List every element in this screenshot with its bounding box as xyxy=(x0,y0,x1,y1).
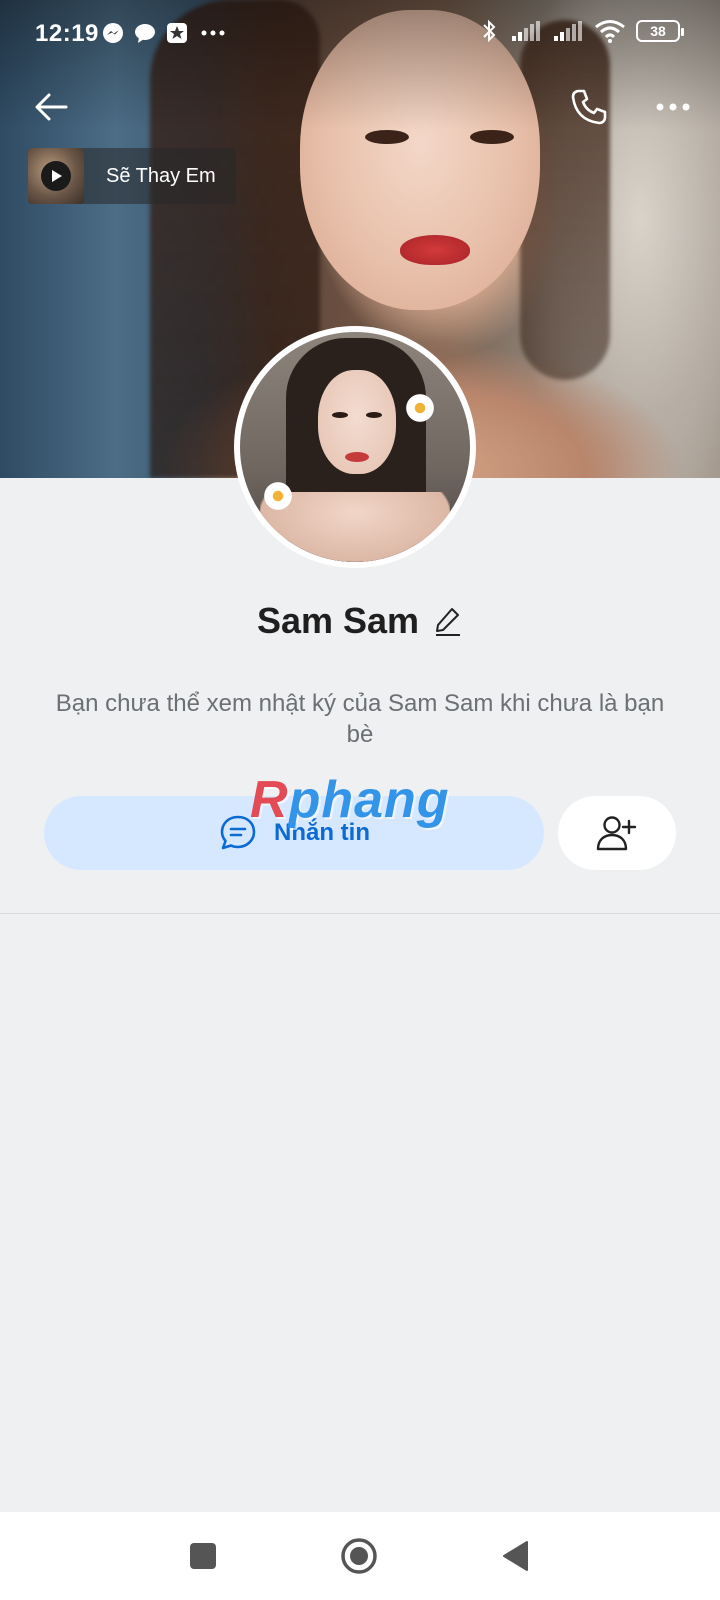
profile-name-row: Sam Sam xyxy=(0,600,720,642)
cover-eye xyxy=(365,130,409,144)
avatar-lips xyxy=(345,452,369,462)
phone-icon xyxy=(571,89,607,125)
signal-icon xyxy=(510,20,542,42)
avatar-eye xyxy=(366,412,382,418)
chat-icon xyxy=(220,815,256,850)
flower-icon xyxy=(262,480,294,512)
flower-icon xyxy=(404,392,436,424)
add-friend-button[interactable] xyxy=(558,796,676,870)
arrow-left-icon xyxy=(35,93,68,121)
more-horizontal-icon xyxy=(656,103,690,111)
status-system-icons: 38 xyxy=(478,19,684,43)
back-button[interactable] xyxy=(30,86,72,128)
star-app-icon xyxy=(166,22,188,44)
square-icon xyxy=(190,1543,216,1569)
messenger-icon xyxy=(102,22,124,44)
message-button-label: Nhắn tin xyxy=(274,819,370,846)
triangle-back-icon xyxy=(503,1541,528,1571)
pencil-icon xyxy=(436,608,461,636)
battery-indicator: 38 xyxy=(636,20,684,42)
section-divider xyxy=(0,913,720,914)
system-back-button[interactable] xyxy=(492,1532,540,1580)
chat-bubble-icon xyxy=(134,22,156,44)
cover-eye xyxy=(470,130,514,144)
friend-restriction-notice: Bạn chưa thể xem nhật ký của Sam Sam khi… xyxy=(55,690,665,748)
avatar[interactable] xyxy=(234,326,476,568)
call-button[interactable] xyxy=(568,86,610,128)
cover-lips xyxy=(400,235,470,265)
system-nav-bar xyxy=(0,1512,720,1600)
recent-apps-button[interactable] xyxy=(179,1532,227,1580)
more-options-button[interactable] xyxy=(652,86,694,128)
profile-music-chip[interactable]: Sẽ Thay Em xyxy=(28,148,236,204)
edit-name-button[interactable] xyxy=(433,606,463,636)
home-circle-icon xyxy=(341,1538,377,1574)
status-notification-icons xyxy=(102,22,228,44)
music-title: Sẽ Thay Em xyxy=(106,164,216,187)
avatar-photo xyxy=(240,332,470,562)
message-button[interactable]: Nhắn tin xyxy=(44,796,544,870)
bluetooth-icon xyxy=(478,19,500,43)
avatar-eye xyxy=(332,412,348,418)
home-button[interactable] xyxy=(335,1532,383,1580)
wifi-icon xyxy=(594,20,626,43)
profile-name: Sam Sam xyxy=(256,600,420,641)
more-dots-icon xyxy=(198,22,228,44)
music-thumbnail xyxy=(28,148,84,204)
play-icon xyxy=(41,161,71,191)
status-time: 12:19 xyxy=(35,20,99,47)
add-user-icon xyxy=(596,816,637,851)
signal-icon xyxy=(552,20,584,42)
status-bar: 12:19 38 xyxy=(0,0,720,70)
